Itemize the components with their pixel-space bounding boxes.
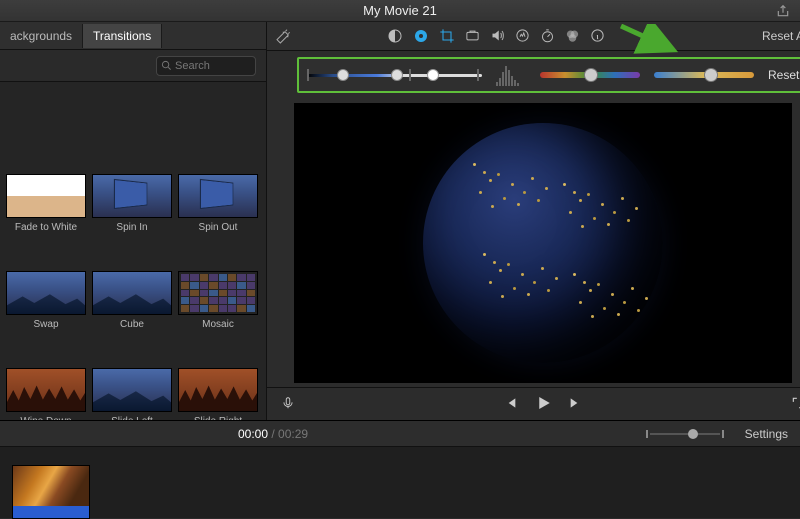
- transition-label: Mosaic: [178, 319, 258, 330]
- voiceover-icon[interactable]: [281, 396, 295, 413]
- search-input[interactable]: Search: [156, 56, 256, 76]
- timecode: 00:00 / 00:29: [238, 427, 308, 441]
- transition-item[interactable]: Swap: [6, 271, 86, 330]
- transition-item[interactable]: Cube: [92, 271, 172, 330]
- transition-item[interactable]: [92, 88, 172, 136]
- transition-label: Slide Right: [178, 416, 258, 420]
- transition-item[interactable]: Slide Right: [178, 368, 258, 420]
- transition-label: Spin In: [92, 222, 172, 233]
- transition-label: Cube: [92, 319, 172, 330]
- transition-item[interactable]: Spin In: [92, 174, 172, 233]
- playback-controls: [267, 387, 800, 420]
- color-correction-icon[interactable]: [413, 28, 429, 44]
- zoom-slider[interactable]: [650, 429, 720, 439]
- transition-label: Fade to White: [6, 222, 86, 233]
- transition-item[interactable]: Spin Out: [178, 174, 258, 233]
- temperature-slider[interactable]: [654, 72, 754, 78]
- transition-label: Wipe Down: [6, 416, 86, 420]
- next-button[interactable]: [568, 395, 584, 414]
- filters-icon[interactable]: [565, 28, 580, 43]
- reset-button[interactable]: Reset: [768, 68, 799, 82]
- saturation-slider[interactable]: [540, 72, 640, 78]
- exposure-multi-slider[interactable]: [307, 67, 482, 83]
- speed-icon[interactable]: [540, 28, 555, 43]
- transition-label: Spin Out: [178, 222, 258, 233]
- noise-reduction-icon[interactable]: [515, 28, 530, 43]
- prev-button[interactable]: [502, 395, 518, 414]
- timeline-clip[interactable]: [12, 465, 90, 519]
- search-placeholder: Search: [175, 60, 210, 72]
- transition-item[interactable]: Slide Left: [92, 368, 172, 420]
- timeline: 00:00 / 00:29 Settings: [0, 420, 800, 518]
- info-icon[interactable]: [590, 28, 605, 43]
- transition-label: Slide Left: [92, 416, 172, 420]
- transition-label: Swap: [6, 319, 86, 330]
- transition-item[interactable]: [6, 88, 86, 136]
- histogram-icon: [496, 64, 526, 86]
- play-button[interactable]: [534, 394, 552, 415]
- crop-icon[interactable]: [439, 28, 455, 44]
- timeline-settings-button[interactable]: Settings: [745, 427, 788, 441]
- magic-wand-icon[interactable]: [275, 29, 291, 48]
- transition-item[interactable]: Fade to White: [6, 174, 86, 233]
- transitions-grid: Fade to White Spin In Spin Out Swap Cube Mosa…: [0, 82, 266, 420]
- color-balance-icon[interactable]: [387, 28, 403, 44]
- viewer-panel: Reset All: [267, 22, 800, 420]
- transition-item[interactable]: Wipe Down: [6, 368, 86, 420]
- transition-item[interactable]: Mosaic: [178, 271, 258, 330]
- video-preview[interactable]: [294, 103, 792, 383]
- stabilize-icon[interactable]: [465, 28, 480, 43]
- reset-all-button[interactable]: Reset All: [762, 29, 800, 43]
- project-title: My Movie 21: [0, 3, 800, 18]
- volume-icon[interactable]: [490, 28, 505, 43]
- fullscreen-icon[interactable]: [791, 396, 800, 413]
- titlebar: My Movie 21: [0, 0, 800, 22]
- color-correction-panel: Reset: [297, 57, 800, 94]
- tab-transitions[interactable]: Transitions: [83, 24, 162, 48]
- adjust-toolbar: Reset All: [267, 22, 800, 51]
- tab-backgrounds[interactable]: ackgrounds: [0, 24, 83, 48]
- share-icon[interactable]: [776, 4, 790, 21]
- transition-item[interactable]: [178, 88, 258, 136]
- media-browser: ackgrounds Transitions Search Fade to Wh…: [0, 22, 267, 420]
